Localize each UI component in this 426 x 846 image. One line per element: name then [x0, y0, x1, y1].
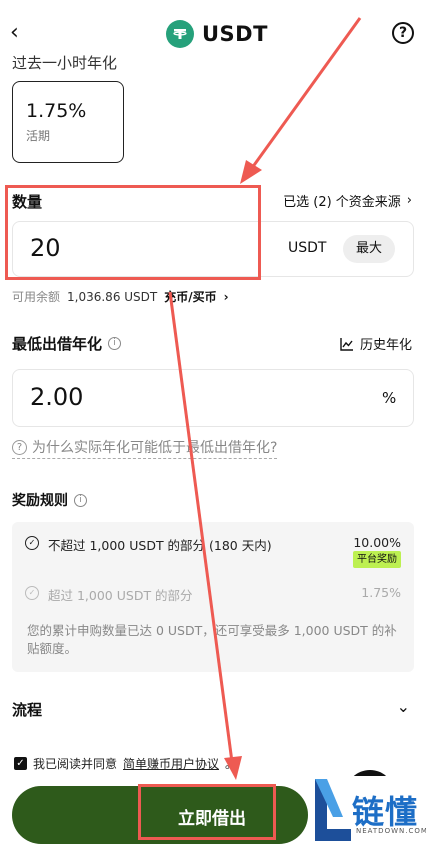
annotation-arrows: [168, 17, 362, 780]
